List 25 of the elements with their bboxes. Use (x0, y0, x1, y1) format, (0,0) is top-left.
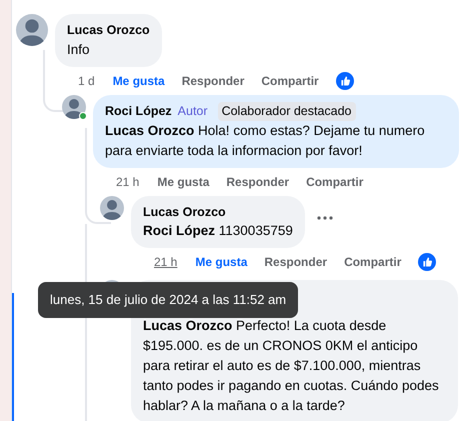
comment-text: Lucas Orozco Hola! como estas? Dejame tu numero para enviarte toda la informacion por favor! (105, 122, 426, 160)
comment-time[interactable]: 21 h (116, 172, 140, 190)
comment-author[interactable]: Lucas Orozco (143, 202, 226, 222)
avatar[interactable] (100, 196, 124, 220)
avatar[interactable] (16, 14, 48, 46)
comment-action-link[interactable]: Compartir (344, 253, 402, 272)
comment-action-link[interactable]: Me gusta (157, 172, 210, 190)
comment-action-link[interactable]: Me gusta (112, 72, 165, 90)
comment-time[interactable]: 21 h (154, 253, 178, 272)
comment-action-link[interactable]: Responder (182, 72, 244, 90)
comment-action-link[interactable]: Responder (264, 253, 328, 272)
timestamp-tooltip: lunes, 15 de julio de 2024 a las 11:52 am (38, 282, 298, 318)
avatar[interactable] (62, 94, 86, 119)
comment-action-link[interactable]: Compartir (306, 172, 364, 190)
comment-time[interactable]: 1 d (78, 72, 95, 90)
comment-author[interactable]: Roci López (105, 102, 172, 120)
comment-action-link[interactable]: Responder (226, 172, 290, 190)
comment-text: Roci López 1130035759 (143, 222, 293, 240)
comment-action-link[interactable]: Me gusta (195, 253, 248, 272)
comment-text: Info (67, 40, 91, 59)
comment-action-link[interactable]: Compartir (261, 72, 319, 90)
comment-text: Lucas Orozco Perfecto! La cuota desde $195.000. es de un CRONOS 0KM el anticipo para retirar el auto es de $7.100.000, mientras tanto podes ir pagando en cuotas. Cuándo podes hablar? A la mañana o a la tarde? (143, 317, 440, 416)
author-label: Autor (178, 102, 209, 120)
contributor-badge: Colaborador destacado (218, 102, 356, 120)
comment-author[interactable]: Lucas Orozco (67, 21, 150, 40)
